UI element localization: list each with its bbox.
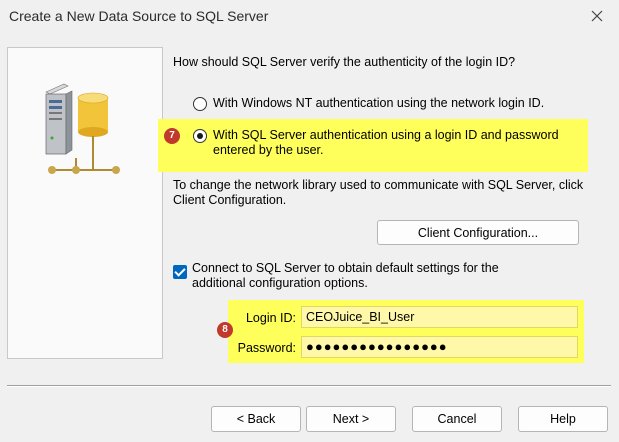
help-button[interactable]: Help bbox=[518, 406, 608, 432]
dialog-window: Create a New Data Source to SQL Server H… bbox=[0, 0, 619, 442]
step-badge-8: 8 bbox=[217, 322, 233, 338]
network-library-note: To change the network library used to co… bbox=[173, 178, 584, 207]
step-badge-7: 7 bbox=[164, 128, 180, 144]
password-input[interactable]: ●●●●●●●●●●●●●●●● bbox=[301, 336, 578, 358]
window-title: Create a New Data Source to SQL Server bbox=[9, 8, 269, 24]
divider bbox=[7, 385, 611, 387]
wizard-art-panel bbox=[7, 47, 163, 359]
windows-auth-label: With Windows NT authentication using the… bbox=[213, 96, 545, 110]
login-id-label: Login ID: bbox=[245, 311, 296, 325]
client-configuration-button[interactable]: Client Configuration... bbox=[377, 220, 579, 245]
windows-auth-option[interactable]: With Windows NT authentication using the… bbox=[193, 96, 544, 111]
title-bar: Create a New Data Source to SQL Server bbox=[0, 0, 619, 32]
database-server-icon bbox=[45, 83, 120, 174]
connect-checkbox[interactable] bbox=[173, 265, 187, 279]
password-label: Password: bbox=[237, 341, 296, 355]
sql-auth-radio[interactable] bbox=[193, 129, 207, 143]
login-id-input[interactable] bbox=[301, 306, 578, 328]
next-button[interactable]: Next > bbox=[306, 406, 396, 432]
close-icon[interactable] bbox=[585, 4, 609, 28]
auth-question: How should SQL Server verify the authent… bbox=[173, 55, 516, 69]
sql-auth-option[interactable]: With SQL Server authentication using a l… bbox=[193, 128, 583, 158]
back-button[interactable]: < Back bbox=[211, 406, 301, 432]
connect-checkbox-label: Connect to SQL Server to obtain default … bbox=[192, 261, 499, 290]
windows-auth-radio[interactable] bbox=[193, 97, 207, 111]
sql-auth-label: With SQL Server authentication using a l… bbox=[213, 128, 559, 157]
cancel-button[interactable]: Cancel bbox=[412, 406, 502, 432]
